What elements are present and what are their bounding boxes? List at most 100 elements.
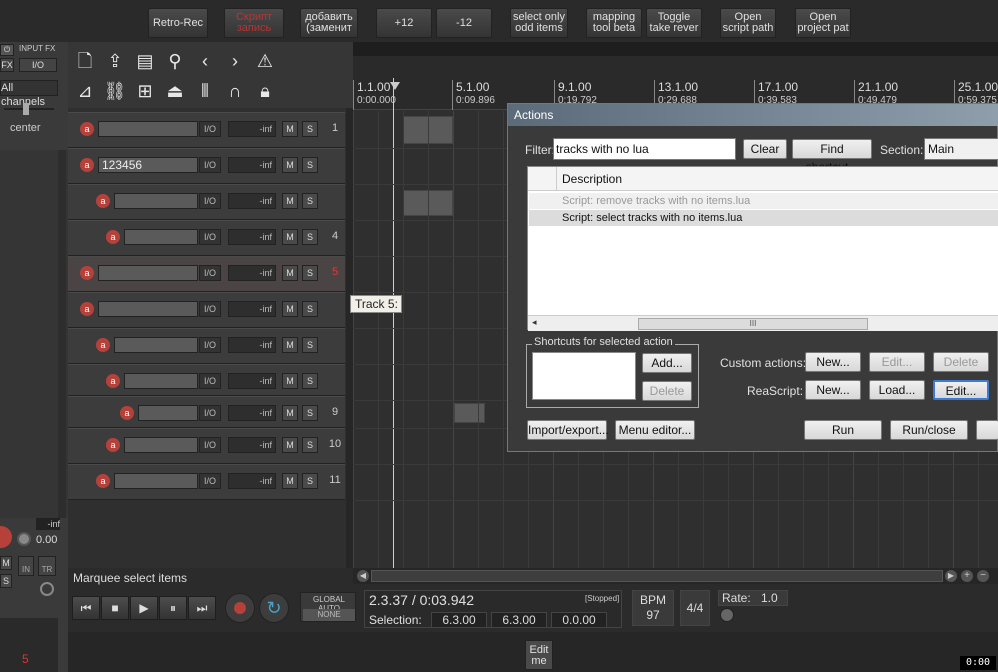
- select-odd-items-button[interactable]: select only odd items: [510, 8, 568, 38]
- track-name-field[interactable]: [98, 301, 198, 317]
- mixer-solo-button[interactable]: S: [0, 574, 12, 588]
- track-row[interactable]: a 123456 I/O -inf M S: [68, 148, 345, 184]
- track-solo-button[interactable]: S: [302, 373, 318, 389]
- import-export-button[interactable]: Import/export...: [527, 420, 609, 440]
- record-arm-icon[interactable]: a: [106, 438, 120, 452]
- record-arm-icon[interactable]: a: [80, 122, 94, 136]
- track-volume-readout[interactable]: -inf: [228, 373, 276, 389]
- record-arm-icon[interactable]: a: [80, 302, 94, 316]
- track-row[interactable]: a I/O -inf M S 11: [68, 464, 345, 500]
- rate-box[interactable]: Rate: 1.0: [718, 590, 788, 606]
- track-io-button[interactable]: I/O: [199, 121, 221, 137]
- track-solo-button[interactable]: S: [302, 337, 318, 353]
- project-settings-icon[interactable]: ⚲: [162, 48, 188, 74]
- track-row[interactable]: a I/O -inf M S 4: [68, 220, 345, 256]
- record-button[interactable]: [225, 593, 255, 623]
- track-mute-button[interactable]: M: [282, 437, 298, 453]
- time-signature[interactable]: 4/4: [680, 590, 710, 626]
- auto-crossfade-icon[interactable]: ⊿: [72, 78, 98, 104]
- edit-me-button[interactable]: Edit me: [525, 640, 553, 670]
- add-replace-button[interactable]: добавить (заменит: [300, 8, 358, 38]
- transpose-up-button[interactable]: +12: [376, 8, 432, 38]
- track-solo-button[interactable]: S: [302, 473, 318, 489]
- track-volume-readout[interactable]: -inf: [228, 405, 276, 421]
- track-row[interactable]: a I/O -inf M S 9: [68, 396, 345, 428]
- track-row[interactable]: a I/O -inf M S: [68, 328, 345, 364]
- track-mute-button[interactable]: M: [282, 337, 298, 353]
- tcp-divider[interactable]: [346, 108, 353, 568]
- track-io-button[interactable]: I/O: [199, 193, 221, 209]
- track-io-button[interactable]: I/O: [199, 373, 221, 389]
- mixer-in-button[interactable]: IN: [18, 556, 34, 576]
- pan-slider-track[interactable]: [4, 108, 54, 110]
- ripple-edit-icon[interactable]: ⏏: [162, 78, 188, 104]
- lock-icon[interactable]: 🔒︎: [252, 78, 278, 104]
- channels-select[interactable]: All channels: [0, 80, 58, 108]
- custom-edit-button[interactable]: Edit...: [869, 352, 925, 372]
- fx-button[interactable]: FX: [0, 58, 14, 72]
- selection-end[interactable]: 6.3.00: [491, 612, 547, 628]
- track-name-field[interactable]: [114, 473, 198, 489]
- list-scroll-left-icon[interactable]: ◂: [532, 317, 537, 328]
- global-auto-button[interactable]: GLOBAL AUTO NONE: [300, 592, 356, 622]
- track-io-button[interactable]: I/O: [199, 229, 221, 245]
- track-row[interactable]: a I/O -inf M S 5: [68, 256, 345, 292]
- list-item-selected[interactable]: Script: select tracks with no items.lua: [529, 210, 998, 226]
- repeat-icon[interactable]: ↻: [259, 593, 289, 623]
- track-volume-readout[interactable]: -inf: [228, 337, 276, 353]
- track-mute-button[interactable]: M: [282, 405, 298, 421]
- track-volume-readout[interactable]: -inf: [228, 437, 276, 453]
- track-volume-readout[interactable]: -inf: [228, 229, 276, 245]
- track-solo-button[interactable]: S: [302, 193, 318, 209]
- track-solo-button[interactable]: S: [302, 229, 318, 245]
- track-solo-button[interactable]: S: [302, 157, 318, 173]
- zoom-in-icon[interactable]: +: [961, 570, 973, 582]
- save-project-icon[interactable]: ▤: [132, 48, 158, 74]
- pause-icon[interactable]: ⏸: [159, 596, 187, 620]
- section-select[interactable]: Main: [924, 138, 998, 160]
- track-io-button[interactable]: I/O: [199, 337, 221, 353]
- new-project-icon[interactable]: 🗋: [72, 48, 98, 74]
- track-name-field[interactable]: [124, 229, 198, 245]
- scroll-right-icon[interactable]: ▶: [945, 570, 957, 582]
- run-button[interactable]: Run: [804, 420, 882, 440]
- script-record-button[interactable]: Скрипт запись: [224, 8, 284, 38]
- volume-knob-icon[interactable]: [17, 532, 31, 546]
- track-row[interactable]: a I/O -inf M S: [68, 184, 345, 220]
- play-icon[interactable]: ▶: [130, 596, 158, 620]
- record-arm-icon[interactable]: a: [106, 230, 120, 244]
- reascript-edit-button[interactable]: Edit...: [933, 380, 989, 400]
- clear-button[interactable]: Clear: [743, 139, 787, 159]
- pan-slider-knob[interactable]: [23, 103, 29, 115]
- scroll-left-icon[interactable]: ◀: [357, 570, 369, 582]
- mapping-tool-button[interactable]: mapping tool beta: [586, 8, 642, 38]
- track-io-button[interactable]: I/O: [199, 265, 221, 281]
- filter-input[interactable]: tracks with no lua: [553, 138, 736, 160]
- record-arm-icon[interactable]: a: [106, 374, 120, 388]
- mixer-tr-button[interactable]: TR: [38, 556, 56, 576]
- track-name-field[interactable]: 123456: [98, 157, 198, 173]
- go-end-icon[interactable]: ⏭: [188, 596, 216, 620]
- track-mute-button[interactable]: M: [282, 193, 298, 209]
- rate-knob-icon[interactable]: [720, 608, 734, 622]
- selection-length[interactable]: 0.0.00: [551, 612, 607, 628]
- track-volume-readout[interactable]: -inf: [228, 193, 276, 209]
- track-volume-readout[interactable]: -inf: [228, 301, 276, 317]
- open-project-icon[interactable]: ⇪: [102, 48, 128, 74]
- track-volume-readout[interactable]: -inf: [228, 121, 276, 137]
- close-button[interactable]: [976, 420, 998, 440]
- find-shortcut-button[interactable]: Find shortcut...: [792, 139, 872, 174]
- track-row[interactable]: a I/O -inf M S 1: [68, 112, 345, 148]
- track-io-button[interactable]: I/O: [199, 473, 221, 489]
- track-name-field[interactable]: [138, 405, 198, 421]
- track-row[interactable]: a I/O -inf M S 10: [68, 428, 345, 464]
- track-solo-button[interactable]: S: [302, 437, 318, 453]
- media-item[interactable]: [454, 403, 485, 423]
- track-solo-button[interactable]: S: [302, 121, 318, 137]
- custom-new-button[interactable]: New...: [805, 352, 861, 372]
- open-script-path-button[interactable]: Open script path: [720, 8, 776, 38]
- track-volume-readout[interactable]: -inf: [228, 157, 276, 173]
- record-arm-icon[interactable]: a: [80, 158, 94, 172]
- record-arm-icon[interactable]: a: [80, 266, 94, 280]
- phase-icon[interactable]: [40, 582, 54, 596]
